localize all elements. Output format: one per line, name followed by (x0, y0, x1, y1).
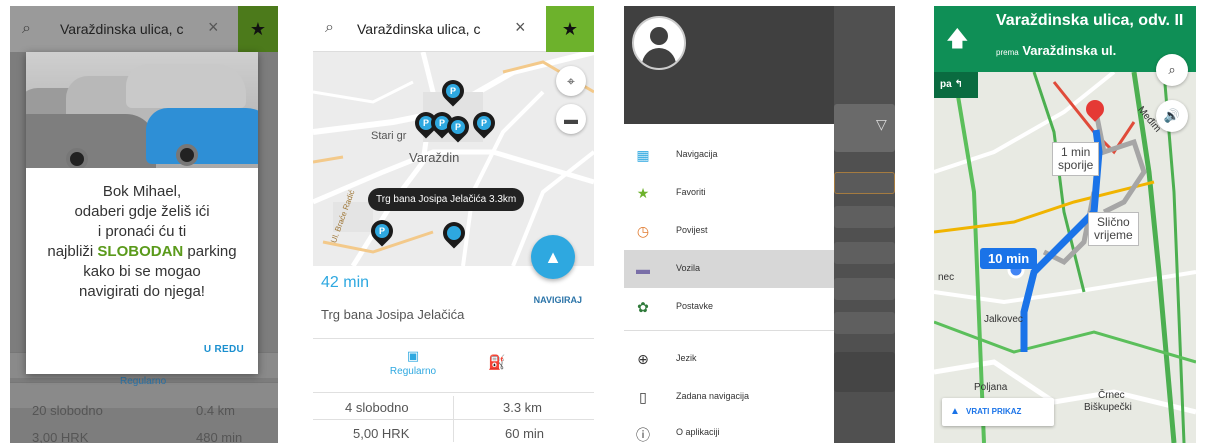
search-bar: ⌕ Varaždinska ulica, c × ★ (313, 6, 594, 52)
navigation-arrow-icon: ▲ (950, 406, 960, 417)
map-view[interactable]: Stari gr Varaždin Ul. Braće Radić ⌖ ▬ P … (313, 52, 594, 266)
navigation-drawer: ▦ Navigacija ★ Favoriti ◷ Povijest ▬ Voz… (624, 6, 834, 443)
place-label: Jalkovec (984, 314, 1023, 325)
search-input[interactable]: Varaždinska ulica, c (357, 21, 480, 37)
history-icon: ◷ (636, 223, 650, 239)
back-to-view-button[interactable]: ▲ VRATI PRIKAZ (942, 398, 1054, 426)
free-highlight: SLOBODAN (97, 243, 184, 260)
towards-street: prema Varaždinska ul. (996, 43, 1117, 58)
ev-charger-icon: ⛽ (488, 354, 506, 370)
google-maps-navigation-screen: 10 min 1 min sporije Slično vrijeme nec … (934, 6, 1196, 443)
divider (313, 419, 594, 420)
user-icon (650, 27, 668, 45)
place-label: Biškupečki (1084, 402, 1132, 413)
next-turn-box: pa ↰ (934, 72, 978, 98)
gear-icon: ✿ (637, 299, 649, 315)
info-icon: ⓘ (636, 427, 650, 443)
search-button[interactable]: ⌕ (1156, 54, 1188, 86)
map-label-stari-grad: Stari gr (371, 130, 407, 142)
destination-tooltip: Trg bana Josipa Jelačića 3.3km (368, 188, 525, 211)
clear-search-button[interactable]: × (515, 17, 526, 38)
map-view[interactable]: 10 min 1 min sporije Slično vrijeme nec … (934, 72, 1196, 443)
duration-value: 480 min (196, 430, 243, 443)
vehicle-button[interactable]: ▬ (556, 104, 586, 134)
mode-regular-label: Regularno (389, 366, 437, 377)
divider (313, 338, 594, 339)
avatar[interactable] (632, 16, 686, 70)
menu-screen: ▽ ▦ Navigacija ★ Favoriti ◷ Povijest ▬ V… (624, 6, 895, 443)
my-location-button[interactable]: ⌖ (556, 66, 586, 96)
car-icon: ▬ (564, 111, 578, 127)
electric-charging-tab[interactable]: ⛽ (488, 354, 505, 371)
search-icon: ⌕ (1168, 62, 1176, 77)
menu-item-default-navigation[interactable]: ▯ Zadana navigacija (624, 378, 834, 416)
navigate-fab[interactable]: ▲ (531, 235, 575, 279)
price-value: 3,00 HRK (32, 430, 89, 443)
search-bar: ⌕ Varaždinska ulica, c × ★ (10, 6, 278, 52)
speaker-icon: 🔊 (1163, 108, 1181, 123)
welcome-message: Bok Mihael, odaberi gdje želiš ići i pro… (47, 183, 237, 300)
search-icon[interactable]: ⌕ (22, 20, 40, 38)
map-label-varazdin: Varaždin (409, 150, 460, 165)
star-icon: ★ (636, 185, 650, 201)
alternative-route-2[interactable]: Slično vrijeme (1088, 212, 1139, 246)
welcome-dialog: Bok Mihael, odaberi gdje želiš ići i pro… (26, 52, 258, 374)
eta-value: 42 min (321, 274, 370, 291)
menu-item-favorites[interactable]: ★ Favoriti (624, 174, 834, 212)
mode-regular-label: Regularno (120, 376, 167, 387)
regular-parking-icon: ▣ (406, 348, 420, 363)
navigate-button[interactable]: NAVIGIRAJ (534, 295, 582, 305)
menu-item-about[interactable]: ⓘ O aplikaciji (624, 414, 834, 443)
map-icon: ▦ (636, 147, 650, 163)
globe-icon: ⊕ (637, 351, 649, 367)
ok-button[interactable]: U REDU (204, 344, 244, 355)
price-value: 5,00 HRK (353, 426, 410, 441)
free-spots-value: 20 slobodno (32, 403, 103, 418)
crosshair-icon: ⌖ (567, 73, 575, 89)
welcome-screen: ⌕ Varaždinska ulica, c × ★ 20 slobodno 0… (10, 6, 278, 443)
distance-value: 3.3 km (503, 400, 543, 415)
place-label: Črnec (1098, 390, 1125, 401)
favorites-button[interactable]: ★ (238, 6, 278, 52)
menu-item-language[interactable]: ⊕ Jezik (624, 340, 834, 378)
duration-value: 60 min (505, 426, 545, 441)
divider (313, 392, 594, 393)
place-label: Poljana (974, 382, 1008, 393)
parking-map-screen: ⌕ Varaždinska ulica, c × ★ Stari gr Vara… (313, 6, 594, 443)
place-label: nec (938, 272, 955, 283)
destination-name: Trg bana Josipa Jelačića (321, 307, 465, 322)
turn-left-icon: ↰ (954, 79, 963, 90)
free-spots-value: 4 slobodno (345, 400, 409, 415)
dropdown-icon: ▽ (876, 116, 887, 132)
menu-item-vehicles[interactable]: ▬ Vozila (624, 250, 834, 288)
navigation-arrow-icon: ▲ (544, 247, 562, 267)
dimmed-background[interactable]: ▽ (834, 6, 895, 443)
search-input[interactable]: Varaždinska ulica, c (60, 21, 183, 37)
mode-regular-tab[interactable]: ▣ Regularno (383, 348, 443, 377)
current-street: Varaždinska ulica, odv. II (996, 12, 1184, 29)
divider (624, 330, 834, 331)
menu-item-history[interactable]: ◷ Povijest (624, 212, 834, 250)
search-icon[interactable]: ⌕ (325, 19, 334, 37)
route-time-badge: 10 min (980, 248, 1038, 269)
drawer-header (624, 6, 834, 124)
distance-value: 0.4 km (196, 403, 236, 418)
alternative-route-1[interactable]: 1 min sporije (1052, 142, 1100, 176)
book-map-icon: ▯ (639, 389, 647, 405)
favorites-button[interactable]: ★ (546, 6, 594, 52)
sound-button[interactable]: 🔊 (1156, 100, 1188, 132)
menu-item-navigation[interactable]: ▦ Navigacija (624, 136, 834, 174)
arrow-up-icon: 🡅 (946, 26, 969, 51)
parking-photo (26, 52, 258, 168)
car-icon: ▬ (636, 261, 650, 277)
menu-item-settings[interactable]: ✿ Postavke (624, 288, 834, 326)
clear-search-button[interactable]: × (208, 17, 219, 38)
